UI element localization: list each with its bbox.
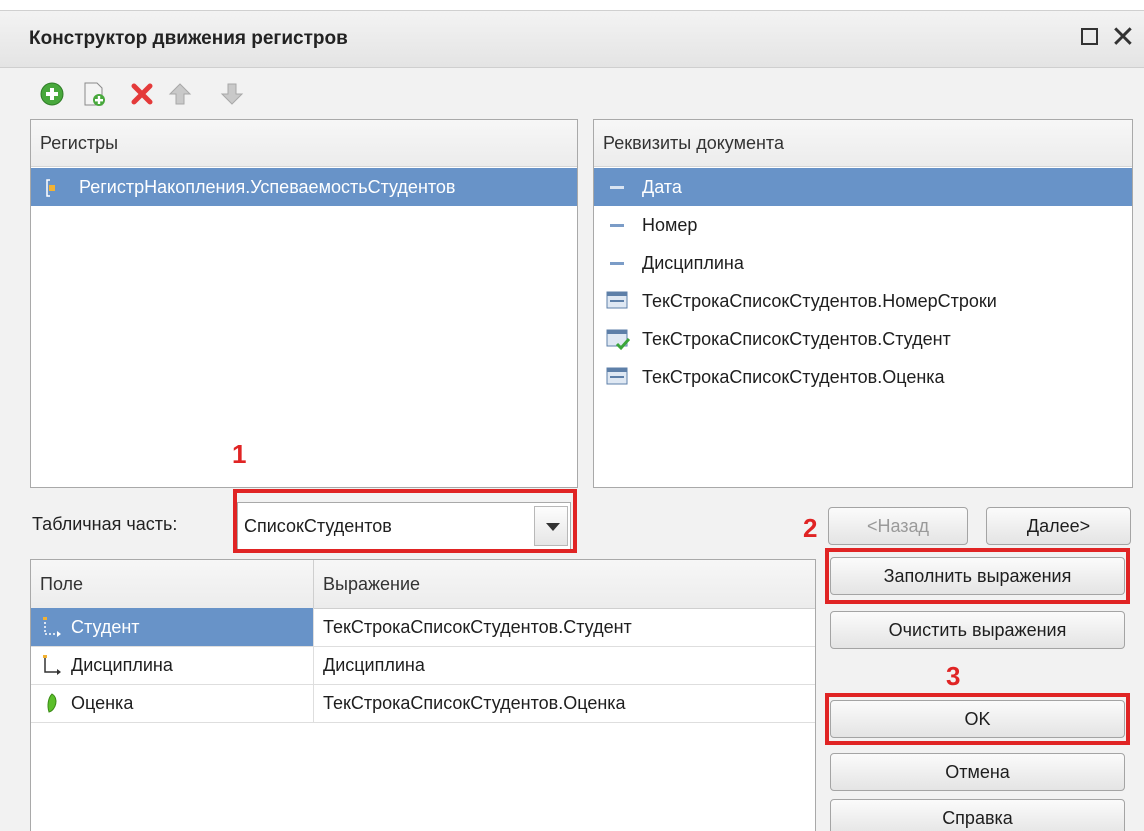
tabular-attribute-icon bbox=[604, 282, 630, 320]
grid-header: Поле Выражение bbox=[31, 560, 815, 609]
attribute-label: ТекСтрокаСписокСтудентов.НомерСтроки bbox=[642, 291, 997, 311]
expression-cell[interactable]: Дисциплина bbox=[323, 646, 425, 684]
accumulation-register-icon bbox=[41, 168, 67, 206]
annotation-marker-3: 3 bbox=[946, 661, 961, 691]
dimension-icon bbox=[39, 608, 65, 646]
attribute-item[interactable]: ТекСтрокаСписокСтудентов.НомерСтроки bbox=[594, 282, 1132, 320]
attribute-item[interactable]: ТекСтрокаСписокСтудентов.Студент bbox=[594, 320, 1132, 358]
attribute-icon bbox=[604, 244, 630, 282]
chevron-down-icon[interactable] bbox=[534, 506, 568, 546]
attribute-item[interactable]: ТекСтрокаСписокСтудентов.Оценка bbox=[594, 358, 1132, 396]
field-name: Дисциплина bbox=[71, 655, 173, 675]
window-title: Конструктор движения регистров bbox=[29, 28, 348, 49]
attribute-label: Номер bbox=[642, 215, 698, 235]
resource-icon bbox=[39, 684, 65, 722]
annotation-marker-1: 1 bbox=[232, 439, 247, 469]
column-field-header[interactable]: Поле bbox=[31, 560, 314, 608]
clear-expressions-button[interactable]: Очистить выражения bbox=[830, 611, 1125, 649]
attribute-item[interactable]: Номер bbox=[594, 206, 1132, 244]
fields-grid: Поле Выражение Студент ТекСтрокаСписокСт… bbox=[30, 559, 816, 831]
field-name: Студент bbox=[71, 617, 140, 637]
copy-icon[interactable] bbox=[79, 79, 109, 109]
expression-cell[interactable]: ТекСтрокаСписокСтудентов.Оценка bbox=[323, 684, 626, 722]
attribute-label: ТекСтрокаСписокСтудентов.Студент bbox=[642, 329, 951, 349]
tabular-attribute-checked-icon bbox=[604, 320, 631, 358]
ok-button[interactable]: OK bbox=[830, 700, 1125, 738]
attribute-label: Дисциплина bbox=[642, 253, 744, 273]
tabular-attribute-icon bbox=[604, 358, 630, 396]
dimension-icon bbox=[39, 646, 65, 684]
field-cell[interactable]: Оценка bbox=[31, 684, 314, 722]
cancel-button[interactable]: Отмена bbox=[830, 753, 1125, 791]
registers-panel: Регистры РегистрНакопления.УспеваемостьС… bbox=[30, 119, 578, 488]
move-down-icon[interactable] bbox=[217, 79, 247, 109]
move-up-icon[interactable] bbox=[165, 79, 195, 109]
register-movements-dialog: Конструктор движения регистров ✕ Регистр… bbox=[0, 10, 1144, 831]
register-item[interactable]: РегистрНакопления.УспеваемостьСтудентов bbox=[31, 168, 577, 206]
add-icon[interactable] bbox=[37, 79, 67, 109]
tabular-section-value: СписокСтудентов bbox=[244, 516, 392, 536]
field-cell[interactable]: Дисциплина bbox=[31, 646, 314, 684]
table-row[interactable]: Оценка ТекСтрокаСписокСтудентов.Оценка bbox=[31, 684, 815, 723]
register-item-label: РегистрНакопления.УспеваемостьСтудентов bbox=[79, 177, 456, 197]
fill-expressions-button[interactable]: Заполнить выражения bbox=[830, 557, 1125, 595]
attributes-header: Реквизиты документа bbox=[594, 120, 1132, 167]
registers-header: Регистры bbox=[31, 120, 577, 167]
tabular-section-select[interactable]: СписокСтудентов bbox=[237, 502, 571, 550]
help-button[interactable]: Справка bbox=[830, 799, 1125, 831]
attribute-icon bbox=[604, 206, 630, 244]
annotation-marker-2: 2 bbox=[803, 513, 818, 543]
field-cell[interactable]: Студент bbox=[31, 608, 314, 646]
attribute-label: Дата bbox=[642, 177, 682, 197]
expression-cell[interactable]: ТекСтрокаСписокСтудентов.Студент bbox=[323, 608, 632, 646]
attribute-icon bbox=[604, 168, 630, 206]
back-button[interactable]: <Назад bbox=[828, 507, 968, 545]
delete-icon[interactable] bbox=[127, 79, 157, 109]
title-bar: Конструктор движения регистров ✕ bbox=[0, 11, 1144, 68]
table-row[interactable]: Дисциплина Дисциплина bbox=[31, 646, 815, 685]
tabular-section-label: Табличная часть: bbox=[32, 514, 178, 534]
maximize-icon[interactable] bbox=[1076, 21, 1106, 55]
column-expression-header[interactable]: Выражение bbox=[314, 560, 815, 608]
document-attributes-panel: Реквизиты документа Дата Номер Дисциплин… bbox=[593, 119, 1133, 488]
field-name: Оценка bbox=[71, 693, 134, 713]
next-button[interactable]: Далее> bbox=[986, 507, 1131, 545]
attribute-item[interactable]: Дисциплина bbox=[594, 244, 1132, 282]
close-icon[interactable]: ✕ bbox=[1108, 21, 1138, 55]
attribute-label: ТекСтрокаСписокСтудентов.Оценка bbox=[642, 367, 945, 387]
attribute-item[interactable]: Дата bbox=[594, 168, 1132, 206]
table-row[interactable]: Студент ТекСтрокаСписокСтудентов.Студент bbox=[31, 608, 815, 647]
